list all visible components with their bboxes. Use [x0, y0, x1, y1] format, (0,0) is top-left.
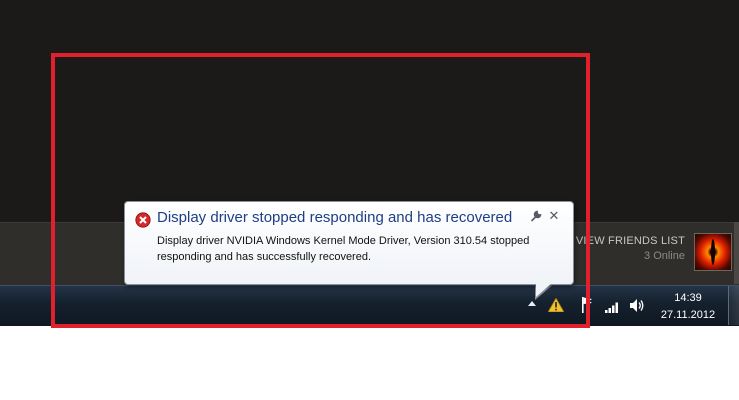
volume-icon[interactable] [629, 298, 645, 313]
warning-icon[interactable] [548, 298, 564, 312]
action-center-flag-icon[interactable] [581, 296, 593, 314]
notification-title: Display driver stopped responding and ha… [157, 209, 513, 226]
balloon-tail [536, 282, 553, 297]
avatar-eye-pupil [711, 239, 715, 265]
clock-time[interactable]: 14:39 [660, 292, 716, 304]
notification-message: Display driver NVIDIA Windows Kernel Mod… [157, 235, 530, 263]
window-edge [734, 222, 739, 284]
close-icon[interactable]: ✕ [547, 209, 561, 223]
avatar[interactable] [694, 233, 732, 271]
error-icon [135, 212, 151, 228]
show-hidden-icons-arrow-icon[interactable] [528, 301, 536, 306]
wrench-icon[interactable] [530, 210, 542, 222]
friends-online-count: 3 Online [644, 250, 685, 262]
view-friends-list-link[interactable]: VIEW FRIENDS LIST [576, 235, 685, 247]
show-desktop-button[interactable] [728, 286, 739, 325]
clock-date[interactable]: 27.11.2012 [656, 309, 720, 321]
network-icon[interactable] [605, 299, 621, 313]
